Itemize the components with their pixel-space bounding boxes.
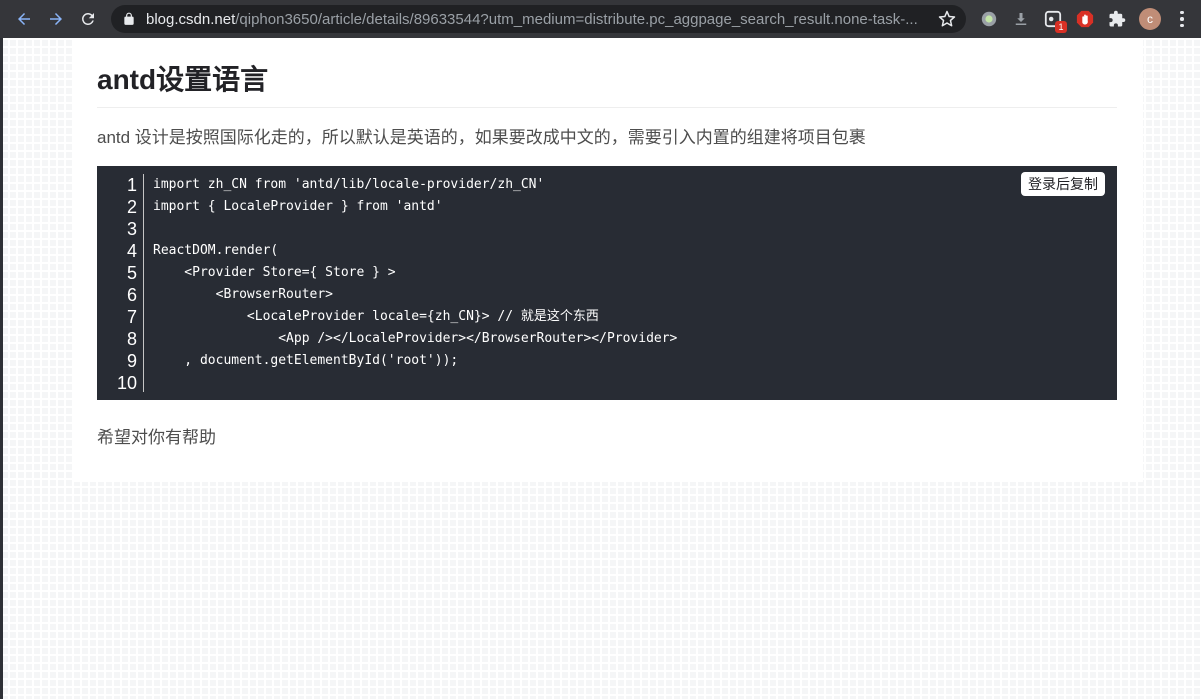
line-number: 7 [126,307,137,327]
line-number: 2 [126,197,137,217]
code-line: import zh_CN from 'antd/lib/locale-provi… [153,177,545,192]
line-number: 9 [126,351,137,371]
adblock-icon[interactable] [1075,9,1095,29]
article-title: antd设置语言 [97,64,269,95]
page-left-edge [0,38,3,699]
line-number: 5 [126,263,137,283]
article-intro: antd 设计是按照国际化走的，所以默认是英语的，如果要改成中文的，需要引入内置… [97,128,866,147]
line-number: 3 [126,219,137,239]
code-line: <Provider Store={ Store } > [153,265,396,280]
puzzle-icon[interactable] [1107,9,1127,29]
url-path: /qiphon3650/article/details/89633544?utm… [235,10,918,28]
browser-window: blog.csdn.net/qiphon3650/article/details… [0,0,1201,699]
code-line: import { LocaleProvider } from 'antd' [153,199,443,214]
code-block: 1 2 3 4 5 6 7 8 9 10 import zh_CN from '… [97,166,1117,400]
code-line: <BrowserRouter> [153,287,334,302]
line-number-gutter: 1 2 3 4 5 6 7 8 9 10 [97,174,144,393]
browser-toolbar: blog.csdn.net/qiphon3650/article/details… [0,0,1201,38]
profile-avatar[interactable]: c [1139,8,1161,30]
line-number: 1 [126,175,137,195]
article-closing: 希望对你有帮助 [97,428,216,447]
lock-icon[interactable] [122,12,136,26]
download-icon[interactable] [1011,9,1031,29]
code-content[interactable]: import zh_CN from 'antd/lib/locale-provi… [153,174,677,394]
article-card: antd设置语言 antd 设计是按照国际化走的，所以默认是英语的，如果要改成中… [72,38,1143,482]
url-text: blog.csdn.net/qiphon3650/article/details… [146,11,936,28]
line-number: 6 [126,285,137,305]
line-number: 4 [126,241,137,261]
url-host: blog.csdn.net [146,10,236,28]
code-line: <LocaleProvider locale={zh_CN}> // 就是这个东… [153,309,599,324]
back-icon[interactable] [10,5,38,33]
code-line: , document.getElementById('root')); [153,353,459,368]
extension-count-badge: 1 [1055,21,1067,33]
title-divider [97,107,1117,108]
forward-icon[interactable] [42,5,70,33]
extension-circle-icon[interactable] [979,9,999,29]
copy-code-button[interactable]: 登录后复制 [1021,172,1105,196]
code-line: ReactDOM.render( [153,243,279,258]
line-number: 8 [126,329,137,349]
reload-icon[interactable] [74,5,102,33]
address-bar[interactable]: blog.csdn.net/qiphon3650/article/details… [111,5,966,33]
star-icon[interactable] [938,10,956,28]
line-number: 10 [116,373,137,393]
code-line: <App /></LocaleProvider></BrowserRouter>… [153,331,678,346]
menu-icon[interactable] [1172,9,1192,29]
